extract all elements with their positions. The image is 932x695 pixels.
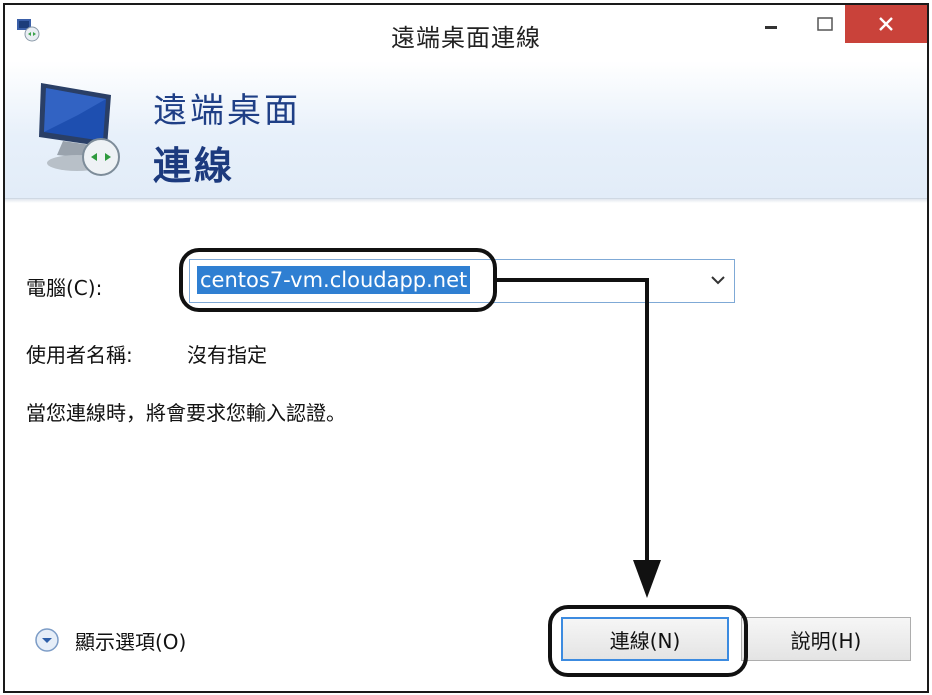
connect-highlight-outline — [548, 605, 748, 677]
computer-highlight-outline — [179, 248, 497, 312]
banner-title-line2: 連線 — [153, 144, 236, 188]
maximize-button[interactable] — [801, 5, 849, 43]
close-button[interactable] — [845, 5, 927, 43]
username-label: 使用者名稱: — [26, 343, 133, 367]
minimize-button[interactable] — [747, 5, 795, 43]
computer-label: 電腦(C): — [26, 276, 103, 300]
remote-desktop-monitor-icon — [39, 83, 120, 176]
header-banner: 遠端桌面 連線 — [5, 61, 927, 199]
username-value: 沒有指定 — [187, 343, 267, 367]
expand-options-icon[interactable] — [34, 627, 60, 653]
close-icon — [879, 17, 893, 31]
title-bar[interactable]: 遠端桌面連線 — [5, 5, 927, 61]
help-button[interactable]: 說明(H) — [741, 617, 911, 661]
rdp-dialog: 遠端桌面連線 遠端桌面 連線 電腦(C): centos7-vm.cloudap… — [3, 3, 929, 693]
show-options-link[interactable]: 顯示選項(O) — [75, 626, 186, 655]
dropdown-chevron-icon[interactable] — [708, 268, 728, 292]
credential-info-text: 當您連線時，將會要求您輸入認證。 — [26, 401, 346, 425]
banner-divider — [5, 199, 927, 203]
banner-title-line1: 遠端桌面 — [153, 91, 301, 131]
